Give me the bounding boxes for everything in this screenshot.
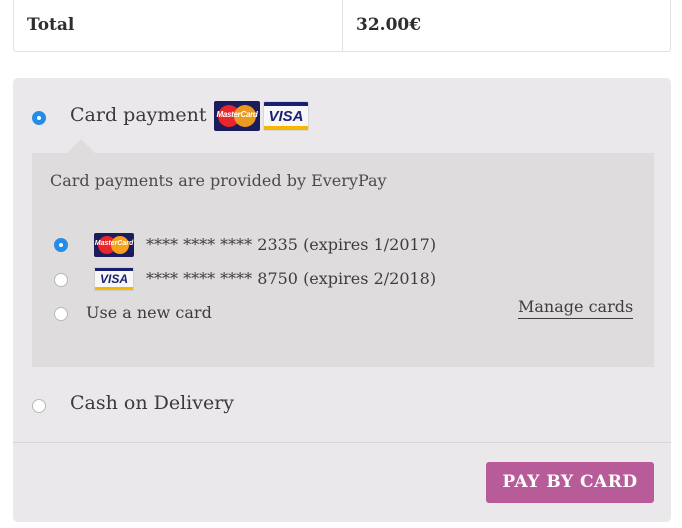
table-divider xyxy=(342,0,343,51)
total-value: 32.00€ xyxy=(356,15,422,35)
card-payment-label[interactable]: Card payment xyxy=(70,104,207,126)
card-payment-radio[interactable] xyxy=(32,111,46,125)
saved-card-radio-2[interactable] xyxy=(54,273,68,287)
payment-provider-description: Card payments are provided by EveryPay xyxy=(50,171,387,190)
visa-logo: VISA xyxy=(263,101,309,131)
new-card-label[interactable]: Use a new card xyxy=(86,303,212,322)
panel-divider xyxy=(13,442,671,443)
visa-icon: VISA xyxy=(94,267,134,291)
saved-card-radio-1[interactable] xyxy=(54,238,68,252)
order-totals-table: Total 32.00€ xyxy=(13,0,671,52)
mastercard-icon: MasterCard xyxy=(94,233,134,257)
mastercard-logo: MasterCard xyxy=(214,101,260,131)
payment-methods-panel: Card payment MasterCard VISA Card paymen… xyxy=(13,78,671,522)
manage-cards-link[interactable]: Manage cards xyxy=(518,297,634,319)
saved-card-label-1[interactable]: **** **** **** 2335 (expires 1/2017) xyxy=(146,235,436,254)
cash-on-delivery-label[interactable]: Cash on Delivery xyxy=(70,392,234,414)
payment-box-pointer xyxy=(67,139,95,153)
pay-by-card-button[interactable]: PAY BY CARD xyxy=(486,462,654,503)
total-label: Total xyxy=(27,15,75,35)
new-card-radio[interactable] xyxy=(54,307,68,321)
saved-card-label-2[interactable]: **** **** **** 8750 (expires 2/2018) xyxy=(146,269,436,288)
card-payment-box: Card payments are provided by EveryPay M… xyxy=(32,153,654,367)
cash-on-delivery-radio[interactable] xyxy=(32,399,46,413)
